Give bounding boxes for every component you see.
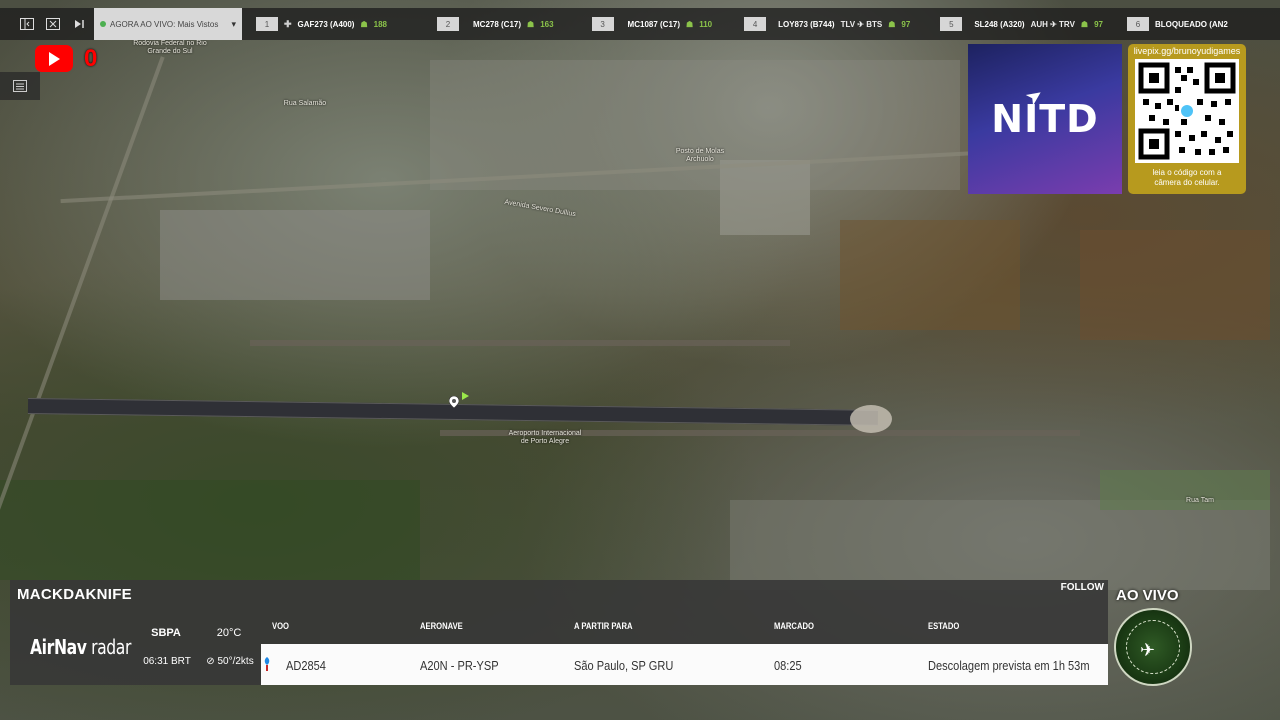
- wind-value: 50°/2kts: [217, 656, 254, 667]
- qr-code-image: [1135, 59, 1239, 163]
- rank-number: 6: [1126, 17, 1149, 31]
- flight-code: MC1087 (C17): [627, 19, 681, 29]
- youtube-icon[interactable]: [35, 45, 73, 72]
- flight-route: AUH ✈ TRV: [1030, 19, 1075, 29]
- qr-caption-line2: câmera do celular.: [1154, 178, 1220, 187]
- temperature: 20°C: [216, 627, 242, 639]
- rank-number: 2: [437, 17, 459, 31]
- military-icon: ✚: [284, 18, 292, 29]
- qr-caption: leia o código com a câmera do celular.: [1128, 168, 1246, 188]
- rank-number: 3: [591, 17, 614, 31]
- cell-estado: Descolagem prevista em 1h 53m: [928, 658, 1090, 673]
- airnav-logo: AirNav radar: [30, 635, 131, 659]
- channel-badge: ✈: [1114, 608, 1192, 686]
- map-label-airport: Aeroporto Internacional de Porto Alegre: [508, 430, 582, 445]
- airnav-brand: AirNav: [30, 635, 87, 659]
- qr-url: livepix.gg/brunoyudigames: [1133, 46, 1241, 56]
- header-aeronave: AERONAVE: [420, 621, 463, 631]
- wind-icon: ⊘: [206, 656, 215, 667]
- rank-number: 1: [256, 17, 278, 31]
- flight-route: TLV ✈ BTS: [840, 19, 883, 29]
- cell-voo: AD2854: [286, 658, 326, 673]
- cell-aeronave: A20N - PR-YSP: [420, 658, 499, 673]
- viewer-count: 97: [901, 19, 911, 29]
- nitd-logo: NITD ➤: [968, 44, 1122, 194]
- skip-forward-icon[interactable]: [66, 13, 92, 35]
- map-label-rua-tam: Rua Tam: [1186, 497, 1214, 504]
- youtube-counter: 0: [84, 45, 98, 72]
- header-voo: VOO: [272, 621, 290, 631]
- sidebar-toggle-icon[interactable]: [14, 13, 40, 35]
- flight-item-5[interactable]: 5 SL248 (A320) AUH ✈ TRV ☗ 97: [920, 8, 1113, 40]
- local-time: 06:31 BRT: [143, 656, 191, 667]
- flight-item-2[interactable]: 2 MC278 (C17) ☗ 163: [397, 8, 564, 40]
- live-label: AO VIVO: [1116, 587, 1179, 604]
- aircraft-marker[interactable]: [448, 395, 460, 409]
- qr-code-card[interactable]: livepix.gg/brunoyudigames leia o código …: [1128, 44, 1246, 194]
- airport-code: SBPA: [151, 627, 181, 639]
- header-destino: A PARTIR PARA: [574, 621, 633, 631]
- flight-code: LOY873 (B744): [778, 19, 835, 29]
- rank-number: 4: [744, 17, 767, 31]
- viewers-icon: ☗: [360, 19, 368, 29]
- viewer-count: 110: [699, 19, 713, 29]
- airnav-suffix: radar: [91, 635, 131, 659]
- viewers-icon: ☗: [888, 19, 896, 29]
- viewers-icon: ☗: [527, 19, 535, 29]
- airline-logo-icon: [263, 657, 271, 671]
- header-estado: ESTADO: [928, 621, 960, 631]
- map-label-rua-salamao: Rua Salamão: [283, 100, 327, 107]
- viewers-icon: ☗: [686, 19, 694, 29]
- close-panel-icon[interactable]: [40, 13, 66, 35]
- map-label-posto: Posto de Molas Archuolo: [675, 148, 725, 163]
- rank-number: 5: [940, 17, 963, 31]
- flight-code: GAF273 (A400): [297, 19, 355, 29]
- flight-item-6[interactable]: 6 BLOQUEADO (AN2: [1113, 8, 1238, 40]
- viewer-count: 188: [373, 19, 387, 29]
- view-mode-select[interactable]: AGORA AO VIVO: Mais Vistos ▾: [94, 8, 242, 40]
- flight-item-1[interactable]: 1 ✚ GAF273 (A400) ☗ 188: [242, 8, 397, 40]
- flight-code: BLOQUEADO (AN2: [1154, 19, 1228, 29]
- follow-button[interactable]: FOLLOW: [1061, 582, 1104, 593]
- airplane-icon: ✈: [1140, 640, 1156, 660]
- flight-ticker-bar: AGORA AO VIVO: Mais Vistos ▾ 1 ✚ GAF273 …: [0, 8, 1280, 40]
- viewer-count: 97: [1094, 19, 1103, 29]
- map-label-severo-dullius: Avenida Severo Dullius: [503, 198, 577, 219]
- flight-info-panel: MACKDAKNIFE FOLLOW AirNav radar SBPA 06:…: [10, 580, 1108, 685]
- heading-arrow-icon: [462, 392, 469, 400]
- live-dot-icon: [100, 21, 106, 27]
- flight-item-3[interactable]: 3 MC1087 (C17) ☗ 110: [564, 8, 723, 40]
- flight-code: MC278 (C17): [473, 19, 522, 29]
- list-panel-icon[interactable]: [0, 72, 40, 100]
- view-mode-label: AGORA AO VIVO: Mais Vistos: [110, 19, 219, 29]
- qr-caption-line1: leia o código com a: [1152, 168, 1222, 177]
- wind-readout: ⊘ 50°/2kts: [200, 656, 260, 667]
- map-label-rodovia: Rodovia Federal no Rio Grande do Sul: [133, 40, 207, 55]
- channel-name: MACKDAKNIFE: [17, 586, 132, 603]
- flight-item-4[interactable]: 4 LOY873 (B744) TLV ✈ BTS ☗ 97: [722, 8, 920, 40]
- chevron-down-icon: ▾: [231, 18, 236, 29]
- cell-destino: São Paulo, SP GRU: [574, 658, 674, 673]
- flight-code: SL248 (A320): [974, 19, 1025, 29]
- stream-overlay: Rodovia Federal no Rio Grande do Sul Aer…: [0, 0, 1280, 720]
- viewers-icon: ☗: [1080, 19, 1089, 29]
- viewer-count: 163: [540, 19, 554, 29]
- cell-marcado: 08:25: [774, 658, 802, 673]
- header-marcado: MARCADO: [774, 621, 814, 631]
